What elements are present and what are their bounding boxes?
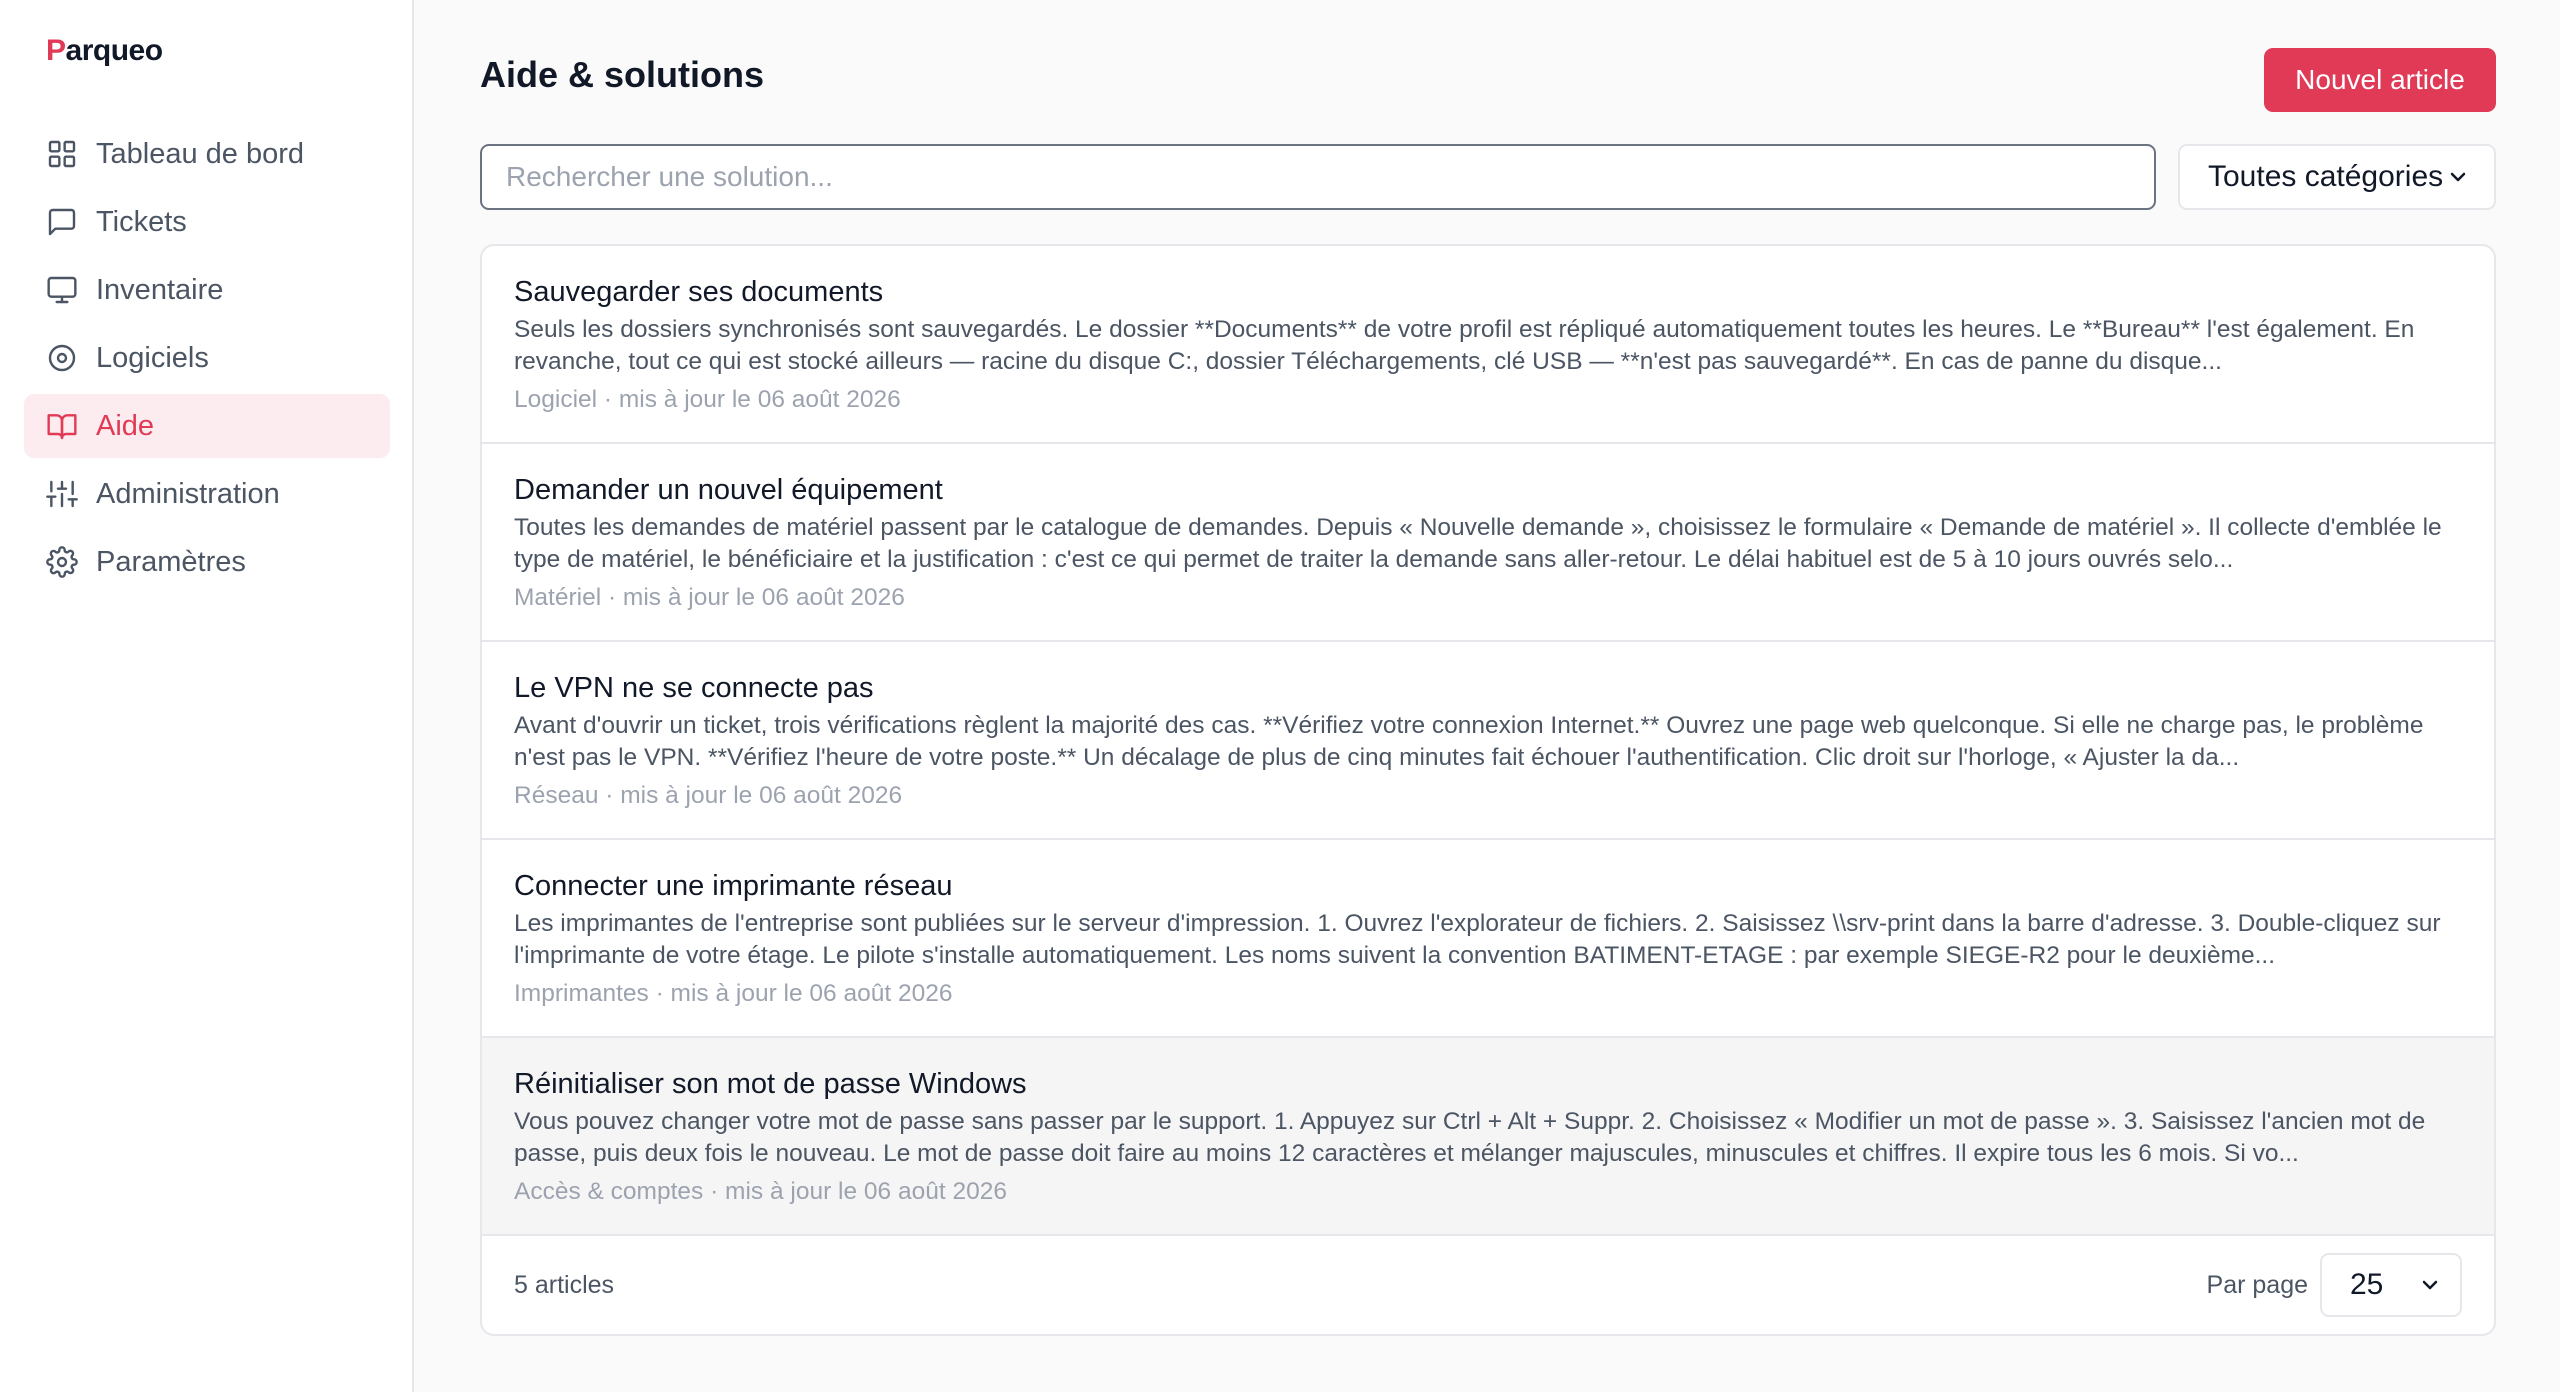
sidebar-item-parametres[interactable]: Paramètres [24, 530, 390, 594]
sidebar-nav: Tableau de bord Tickets Inventaire Logic… [24, 122, 390, 598]
brand-logo[interactable]: Parqueo [46, 34, 163, 68]
sidebar-item-administration[interactable]: Administration [24, 462, 390, 526]
article-count: 5 articles [514, 1270, 615, 1299]
category-select-value: Toutes catégories [2208, 160, 2444, 193]
sidebar-item-tableau-de-bord[interactable]: Tableau de bord [24, 122, 390, 186]
sidebar-item-label: Tableau de bord [96, 137, 304, 170]
monitor-icon [47, 276, 77, 304]
article-item[interactable]: Connecter une imprimante réseau Les impr… [482, 840, 2494, 1038]
sidebar-item-label: Aide [96, 409, 155, 442]
search-input[interactable] [480, 144, 2156, 210]
article-meta: Logiciel · mis à jour le 06 août 2026 [514, 386, 901, 413]
sidebar-item-aide[interactable]: Aide [24, 394, 390, 458]
article-title: Le VPN ne se connecte pas [514, 672, 874, 704]
page-title: Aide & solutions [480, 54, 765, 95]
message-square-icon [48, 208, 76, 236]
disc-icon [48, 344, 76, 372]
brand-name: arqueo [65, 34, 164, 67]
sidebar-item-inventaire[interactable]: Inventaire [24, 258, 390, 322]
gear-icon [46, 546, 78, 578]
article-title: Sauvegarder ses documents [514, 276, 884, 308]
list-footer: 5 articles Par page 25 [482, 1236, 2494, 1334]
sidebar-item-label: Logiciels [96, 341, 209, 374]
sidebar-item-logiciels[interactable]: Logiciels [24, 326, 390, 390]
sidebar-item-tickets[interactable]: Tickets [24, 190, 390, 254]
sidebar-item-label: Administration [96, 477, 280, 510]
per-page-value: 25 [2350, 1268, 2384, 1301]
new-article-button[interactable]: Nouvel article [2264, 48, 2496, 112]
category-select[interactable]: Toutes catégories [2178, 144, 2496, 210]
article-title: Connecter une imprimante réseau [514, 870, 953, 902]
sidebar: Parqueo Tableau de bord Tickets Inventai… [0, 0, 414, 1392]
article-meta: Imprimantes · mis à jour le 06 août 2026 [514, 980, 953, 1007]
brand-mark: P [46, 34, 66, 67]
article-excerpt: Avant d'ouvrir un ticket, trois vérifica… [514, 712, 2424, 771]
sidebar-item-label: Paramètres [96, 545, 246, 578]
sliders-icon [46, 480, 78, 508]
book-open-icon [47, 414, 77, 440]
article-meta: Réseau · mis à jour le 06 août 2026 [514, 782, 903, 809]
article-item[interactable]: Demander un nouvel équipement Toutes les… [482, 444, 2494, 642]
article-title: Réinitialiser son mot de passe Windows [514, 1068, 1027, 1100]
dashboard-grid-icon [48, 140, 76, 168]
article-excerpt: Vous pouvez changer votre mot de passe s… [514, 1108, 2426, 1167]
article-excerpt: Les imprimantes de l'entreprise sont pub… [514, 910, 2441, 969]
article-meta: Accès & comptes · mis à jour le 06 août … [514, 1178, 1007, 1205]
article-meta: Matériel · mis à jour le 06 août 2026 [514, 584, 905, 611]
articles-list: Sauvegarder ses documents Seuls les doss… [480, 244, 2496, 1336]
chevron-down-icon [2450, 172, 2466, 182]
chevron-down-icon [2422, 1280, 2438, 1290]
article-excerpt: Seuls les dossiers synchronisés sont sau… [514, 316, 2415, 375]
per-page-label: Par page [2206, 1270, 2308, 1299]
per-page-select[interactable]: 25 [2320, 1253, 2462, 1317]
sidebar-item-label: Tickets [96, 205, 187, 238]
article-item[interactable]: Sauvegarder ses documents Seuls les doss… [482, 246, 2494, 444]
article-excerpt: Toutes les demandes de matériel passent … [514, 514, 2442, 573]
sidebar-item-label: Inventaire [96, 273, 224, 306]
article-item[interactable]: Le VPN ne se connecte pas Avant d'ouvrir… [482, 642, 2494, 840]
article-item[interactable]: Réinitialiser son mot de passe Windows V… [482, 1038, 2494, 1236]
article-title: Demander un nouvel équipement [514, 474, 943, 506]
